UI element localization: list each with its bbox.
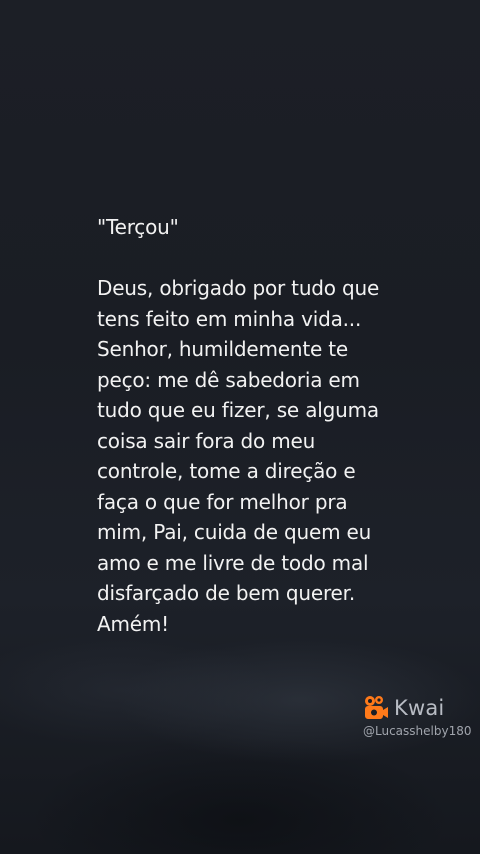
prayer-line: mim, Pai, cuida de quem eu bbox=[97, 520, 372, 544]
user-handle: @Lucasshelby180 bbox=[363, 724, 472, 738]
kwai-watermark: Kwai @Lucasshelby180 bbox=[362, 694, 472, 738]
prayer-line: coisa sair fora do meu bbox=[97, 428, 316, 453]
prayer-line: Senhor, humildemente te bbox=[97, 337, 348, 361]
prayer-line: Amém! bbox=[97, 611, 169, 636]
kwai-brand-text: Kwai bbox=[394, 696, 445, 720]
prayer-line: tens feito em minha vida... bbox=[97, 306, 362, 331]
prayer-line: Deus, obrigado por tudo que bbox=[97, 276, 380, 300]
prayer-line: faça o que for melhor pra bbox=[97, 489, 348, 514]
prayer-line: disfarçado de bem querer. bbox=[97, 581, 355, 605]
prayer-line: peço: me dê sabedoria em bbox=[97, 367, 360, 392]
kwai-logo-icon bbox=[365, 696, 388, 719]
kwai-brand: Kwai bbox=[362, 694, 472, 722]
prayer-line: controle, tome a direção e bbox=[97, 459, 356, 483]
prayer-title: "Terçou" bbox=[97, 215, 179, 239]
prayer-line: tudo que eu fizer, se alguma bbox=[97, 398, 379, 422]
prayer-text: "Terçou" Deus, obrigado por tudo que ten… bbox=[97, 212, 437, 639]
prayer-line: amo e me livre de todo mal bbox=[97, 550, 369, 575]
